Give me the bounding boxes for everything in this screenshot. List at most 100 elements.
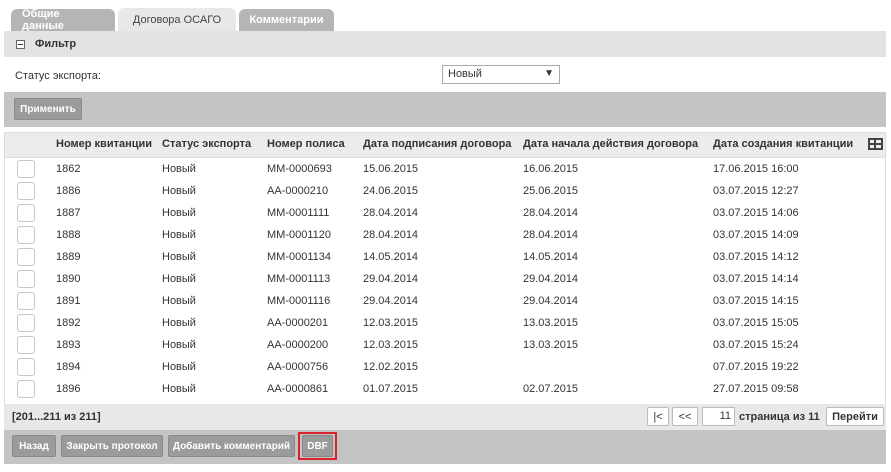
signing-date-cell: 12.03.2015 bbox=[363, 339, 419, 351]
add-comment-button[interactable]: Добавить комментарий bbox=[168, 435, 295, 457]
dbf-button[interactable]: DBF bbox=[302, 435, 333, 457]
table-row[interactable]: 1891 Новый MM-0001116 29.04.2014 29.04.2014 0… bbox=[5, 290, 885, 312]
column-header-signing-date[interactable]: Дата подписания договора bbox=[363, 138, 511, 150]
close-protocol-button[interactable]: Закрыть протокол bbox=[61, 435, 163, 457]
export-status-cell: Новый bbox=[162, 251, 196, 263]
row-checkbox[interactable] bbox=[17, 270, 35, 288]
row-checkbox[interactable] bbox=[17, 380, 35, 398]
policy-number-cell: AA-0000756 bbox=[267, 361, 329, 373]
row-checkbox[interactable] bbox=[17, 248, 35, 266]
policy-number-cell: AA-0000210 bbox=[267, 185, 329, 197]
export-status-value: Новый bbox=[448, 68, 482, 80]
receipt-number-cell: 1891 bbox=[56, 295, 81, 307]
row-checkbox[interactable] bbox=[17, 226, 35, 244]
prev-page-button[interactable]: << bbox=[672, 407, 698, 426]
created-date-cell: 07.07.2015 19:22 bbox=[713, 361, 799, 373]
policy-number-cell: MM-0001111 bbox=[267, 207, 330, 219]
export-status-cell: Новый bbox=[162, 361, 196, 373]
filter-title: Фильтр bbox=[35, 38, 77, 50]
page-number-input[interactable]: 11 bbox=[702, 407, 735, 426]
policy-number-cell: AA-0000201 bbox=[267, 317, 329, 329]
action-bar: Назад Закрыть протокол Добавить коммента… bbox=[4, 430, 886, 464]
table-row[interactable]: 1893 Новый AA-0000200 12.03.2015 13.03.2015 0… bbox=[5, 334, 885, 356]
column-header-receipt-number[interactable]: Номер квитанции bbox=[56, 138, 152, 150]
row-checkbox[interactable] bbox=[17, 314, 35, 332]
apply-button[interactable]: Применить bbox=[14, 98, 82, 120]
policy-number-cell: MM-0001120 bbox=[267, 229, 331, 241]
table-row[interactable]: 1888 Новый MM-0001120 28.04.2014 28.04.2014 0… bbox=[5, 224, 885, 246]
export-status-cell: Новый bbox=[162, 383, 196, 395]
dropdown-arrow-icon: ▼ bbox=[544, 68, 554, 79]
table-row[interactable]: 1894 Новый AA-0000756 12.02.2015 07.07.2015 … bbox=[5, 356, 885, 378]
start-date-cell: 02.07.2015 bbox=[523, 383, 579, 395]
export-status-cell: Новый bbox=[162, 339, 196, 351]
created-date-cell: 03.07.2015 12:27 bbox=[713, 185, 799, 197]
row-checkbox[interactable] bbox=[17, 358, 35, 376]
policy-number-cell: AA-0000861 bbox=[267, 383, 329, 395]
filter-body: Статус экспорта: Новый ▼ bbox=[4, 57, 886, 92]
column-header-policy-number[interactable]: Номер полиса bbox=[267, 138, 345, 150]
row-checkbox[interactable] bbox=[17, 336, 35, 354]
page-of-label: страница из 11 bbox=[739, 411, 820, 423]
receipt-number-cell: 1887 bbox=[56, 207, 81, 219]
table-row[interactable]: 1896 Новый AA-0000861 01.07.2015 02.07.2015 2… bbox=[5, 378, 885, 400]
export-status-cell: Новый bbox=[162, 295, 196, 307]
signing-date-cell: 29.04.2014 bbox=[363, 273, 419, 285]
created-date-cell: 03.07.2015 14:09 bbox=[713, 229, 799, 241]
export-status-select[interactable]: Новый ▼ bbox=[442, 65, 560, 84]
receipt-number-cell: 1886 bbox=[56, 185, 81, 197]
signing-date-cell: 14.05.2014 bbox=[363, 251, 419, 263]
pager-range-info: [201...211 из 211] bbox=[12, 411, 101, 423]
signing-date-cell: 29.04.2014 bbox=[363, 295, 419, 307]
table-row[interactable]: 1890 Новый MM-0001113 29.04.2014 29.04.2014 0… bbox=[5, 268, 885, 290]
export-status-cell: Новый bbox=[162, 207, 196, 219]
first-page-button[interactable]: |< bbox=[647, 407, 669, 426]
pager: [201...211 из 211] |< << 11 страница из … bbox=[4, 404, 886, 430]
column-header-created-date[interactable]: Дата создания квитанции bbox=[713, 138, 853, 150]
table-row[interactable]: 1889 Новый MM-0001134 14.05.2014 14.05.2014 0… bbox=[5, 246, 885, 268]
receipt-number-cell: 1862 bbox=[56, 163, 81, 175]
columns-settings-icon[interactable] bbox=[868, 138, 883, 150]
export-status-cell: Новый bbox=[162, 273, 196, 285]
receipt-number-cell: 1889 bbox=[56, 251, 81, 263]
table-body: 1862 Новый MM-0000693 15.06.2015 16.06.2015 1… bbox=[5, 158, 885, 400]
export-status-cell: Новый bbox=[162, 163, 196, 175]
column-header-export-status[interactable]: Статус экспорта bbox=[162, 138, 251, 150]
table-row[interactable]: 1887 Новый MM-0001111 28.04.2014 28.04.2014 0… bbox=[5, 202, 885, 224]
receipts-table: Номер квитанции Статус экспорта Номер по… bbox=[4, 132, 886, 405]
start-date-cell: 25.06.2015 bbox=[523, 185, 579, 197]
policy-number-cell: MM-0000693 bbox=[267, 163, 332, 175]
created-date-cell: 03.07.2015 14:15 bbox=[713, 295, 799, 307]
collapse-icon[interactable] bbox=[16, 39, 25, 49]
export-status-cell: Новый bbox=[162, 317, 196, 329]
table-row[interactable]: 1862 Новый MM-0000693 15.06.2015 16.06.2015 1… bbox=[5, 158, 885, 180]
table-row[interactable]: 1892 Новый AA-0000201 12.03.2015 13.03.2015 0… bbox=[5, 312, 885, 334]
export-status-label: Статус экспорта: bbox=[15, 70, 101, 82]
row-checkbox[interactable] bbox=[17, 204, 35, 222]
tab-comments[interactable]: Комментарии bbox=[239, 9, 334, 31]
policy-number-cell: MM-0001134 bbox=[267, 251, 331, 263]
policy-number-cell: AA-0000200 bbox=[267, 339, 329, 351]
signing-date-cell: 24.06.2015 bbox=[363, 185, 419, 197]
tab-general[interactable]: Общие данные bbox=[11, 8, 115, 32]
row-checkbox[interactable] bbox=[17, 182, 35, 200]
signing-date-cell: 28.04.2014 bbox=[363, 207, 419, 219]
table-row[interactable]: 1886 Новый AA-0000210 24.06.2015 25.06.2015 0… bbox=[5, 180, 885, 202]
start-date-cell: 13.03.2015 bbox=[523, 317, 579, 329]
created-date-cell: 03.07.2015 15:24 bbox=[713, 339, 799, 351]
signing-date-cell: 28.04.2014 bbox=[363, 229, 419, 241]
export-status-cell: Новый bbox=[162, 185, 196, 197]
policy-number-cell: MM-0001113 bbox=[267, 273, 331, 285]
table-header: Номер квитанции Статус экспорта Номер по… bbox=[5, 133, 885, 158]
row-checkbox[interactable] bbox=[17, 292, 35, 310]
row-checkbox[interactable] bbox=[17, 160, 35, 178]
tab-osago-contracts[interactable]: Договора ОСАГО bbox=[118, 8, 236, 31]
column-header-start-date[interactable]: Дата начала действия договора bbox=[523, 138, 698, 150]
go-to-page-button[interactable]: Перейти bbox=[826, 407, 884, 426]
signing-date-cell: 12.02.2015 bbox=[363, 361, 419, 373]
start-date-cell: 14.05.2014 bbox=[523, 251, 579, 263]
signing-date-cell: 12.03.2015 bbox=[363, 317, 419, 329]
filter-header[interactable]: Фильтр bbox=[4, 31, 886, 57]
start-date-cell: 29.04.2014 bbox=[523, 273, 579, 285]
back-button[interactable]: Назад bbox=[12, 435, 56, 457]
